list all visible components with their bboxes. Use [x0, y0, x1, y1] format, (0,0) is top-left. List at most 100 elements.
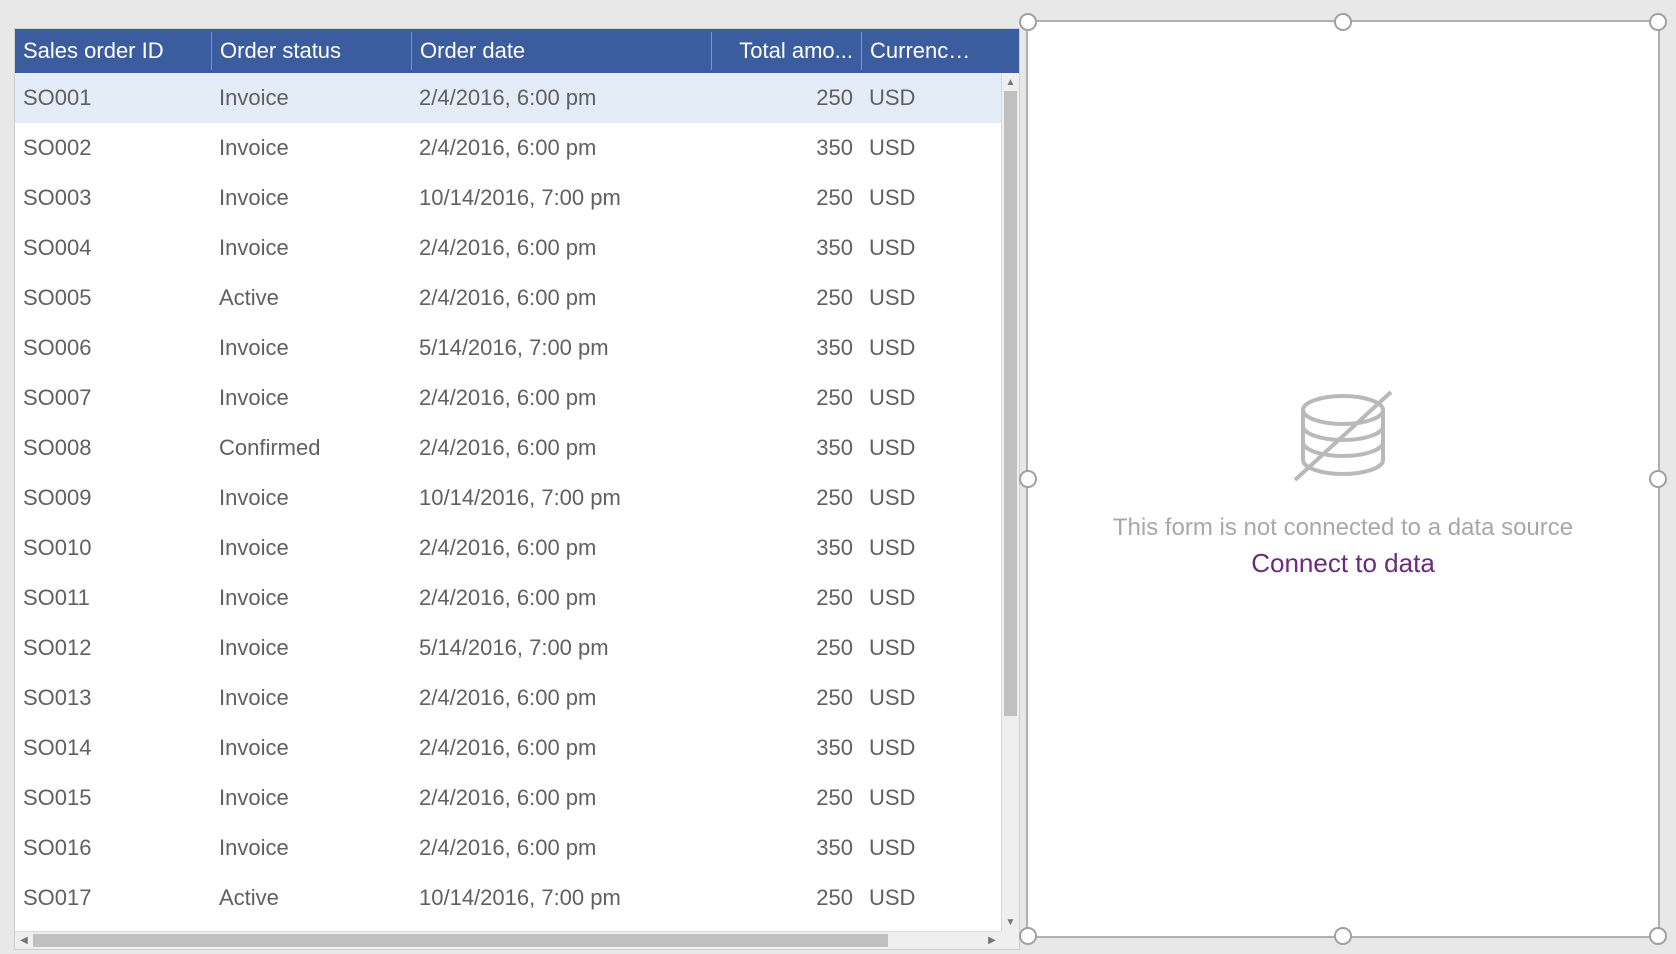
cell-order-date: 2/4/2016, 6:00 pm [411, 585, 711, 611]
cell-sales-order-id: SO016 [15, 835, 211, 861]
cell-currency: USD [861, 85, 981, 111]
cell-currency: USD [861, 735, 981, 761]
database-disconnected-icon [1283, 380, 1403, 500]
vertical-scroll-thumb[interactable] [1004, 91, 1017, 716]
horizontal-scrollbar[interactable]: ◀ ▶ [15, 931, 1001, 949]
scroll-corner [1001, 931, 1019, 949]
table-row[interactable]: SO008Confirmed2/4/2016, 6:00 pm350USD [15, 423, 1001, 473]
cell-total-amount: 350 [711, 835, 861, 861]
header-total-amount[interactable]: Total amo... [711, 32, 861, 70]
cell-order-status: Invoice [211, 385, 411, 411]
table-row[interactable]: SO012Invoice5/14/2016, 7:00 pm250USD [15, 623, 1001, 673]
resize-handle-bottom-right[interactable] [1649, 927, 1667, 945]
cell-sales-order-id: SO017 [15, 885, 211, 911]
table-rows-container: SO001Invoice2/4/2016, 6:00 pm250USDSO002… [15, 73, 1001, 931]
cell-sales-order-id: SO010 [15, 535, 211, 561]
header-sales-order-id[interactable]: Sales order ID [15, 32, 211, 70]
cell-total-amount: 250 [711, 485, 861, 511]
cell-order-status: Invoice [211, 735, 411, 761]
cell-order-date: 2/4/2016, 6:00 pm [411, 785, 711, 811]
cell-total-amount: 250 [711, 785, 861, 811]
cell-order-date: 2/4/2016, 6:00 pm [411, 435, 711, 461]
vertical-scrollbar[interactable]: ▲ ▼ [1001, 73, 1019, 931]
table-row[interactable]: SO016Invoice2/4/2016, 6:00 pm350USD [15, 823, 1001, 873]
cell-currency: USD [861, 235, 981, 261]
cell-total-amount: 350 [711, 235, 861, 261]
header-order-date[interactable]: Order date [411, 32, 711, 70]
scroll-left-arrow-icon[interactable]: ◀ [15, 932, 33, 949]
table-row[interactable]: SO005Active2/4/2016, 6:00 pm250USD [15, 273, 1001, 323]
cell-order-date: 2/4/2016, 6:00 pm [411, 235, 711, 261]
cell-sales-order-id: SO012 [15, 635, 211, 661]
table-header: Sales order ID Order status Order date T… [15, 29, 1019, 73]
table-row[interactable]: SO007Invoice2/4/2016, 6:00 pm250USD [15, 373, 1001, 423]
table-row[interactable]: SO002Invoice2/4/2016, 6:00 pm350USD [15, 123, 1001, 173]
cell-currency: USD [861, 385, 981, 411]
resize-handle-middle-left[interactable] [1019, 470, 1037, 488]
resize-handle-bottom-center[interactable] [1334, 927, 1352, 945]
cell-order-date: 10/14/2016, 7:00 pm [411, 185, 711, 211]
cell-order-status: Invoice [211, 835, 411, 861]
scroll-right-arrow-icon[interactable]: ▶ [983, 932, 1001, 949]
table-row[interactable]: SO017Active10/14/2016, 7:00 pm250USD [15, 873, 1001, 923]
resize-handle-top-left[interactable] [1019, 13, 1037, 31]
resize-handle-top-right[interactable] [1649, 13, 1667, 31]
cell-total-amount: 350 [711, 735, 861, 761]
header-order-status[interactable]: Order status [211, 32, 411, 70]
cell-order-status: Invoice [211, 635, 411, 661]
cell-order-date: 2/4/2016, 6:00 pm [411, 685, 711, 711]
cell-total-amount: 350 [711, 335, 861, 361]
cell-currency: USD [861, 135, 981, 161]
form-empty-state: This form is not connected to a data sou… [1028, 22, 1658, 936]
cell-sales-order-id: SO015 [15, 785, 211, 811]
cell-sales-order-id: SO007 [15, 385, 211, 411]
table-row[interactable]: SO001Invoice2/4/2016, 6:00 pm250USD [15, 73, 1001, 123]
cell-order-date: 2/4/2016, 6:00 pm [411, 285, 711, 311]
cell-total-amount: 250 [711, 685, 861, 711]
cell-sales-order-id: SO013 [15, 685, 211, 711]
cell-sales-order-id: SO003 [15, 185, 211, 211]
table-row[interactable]: SO003Invoice10/14/2016, 7:00 pm250USD [15, 173, 1001, 223]
cell-total-amount: 250 [711, 885, 861, 911]
cell-order-status: Invoice [211, 535, 411, 561]
cell-order-date: 2/4/2016, 6:00 pm [411, 535, 711, 561]
cell-currency: USD [861, 635, 981, 661]
cell-currency: USD [861, 485, 981, 511]
cell-total-amount: 250 [711, 185, 861, 211]
cell-order-date: 5/14/2016, 7:00 pm [411, 635, 711, 661]
table-row[interactable]: SO013Invoice2/4/2016, 6:00 pm250USD [15, 673, 1001, 723]
cell-order-date: 2/4/2016, 6:00 pm [411, 85, 711, 111]
cell-order-status: Invoice [211, 685, 411, 711]
table-row[interactable]: SO010Invoice2/4/2016, 6:00 pm350USD [15, 523, 1001, 573]
table-row[interactable]: SO015Invoice2/4/2016, 6:00 pm250USD [15, 773, 1001, 823]
cell-sales-order-id: SO005 [15, 285, 211, 311]
cell-currency: USD [861, 185, 981, 211]
cell-currency: USD [861, 285, 981, 311]
resize-handle-middle-right[interactable] [1649, 470, 1667, 488]
horizontal-scroll-track[interactable] [33, 932, 983, 949]
cell-sales-order-id: SO009 [15, 485, 211, 511]
scroll-up-arrow-icon[interactable]: ▲ [1002, 73, 1019, 91]
table-row[interactable]: SO011Invoice2/4/2016, 6:00 pm250USD [15, 573, 1001, 623]
cell-order-date: 2/4/2016, 6:00 pm [411, 135, 711, 161]
resize-handle-top-center[interactable] [1334, 13, 1352, 31]
cell-sales-order-id: SO002 [15, 135, 211, 161]
vertical-scroll-track[interactable] [1002, 91, 1019, 913]
connect-to-data-link[interactable]: Connect to data [1251, 548, 1435, 579]
edit-form-control[interactable]: This form is not connected to a data sou… [1026, 20, 1660, 938]
scroll-down-arrow-icon[interactable]: ▼ [1002, 913, 1019, 931]
table-row[interactable]: SO014Invoice2/4/2016, 6:00 pm350USD [15, 723, 1001, 773]
table-row[interactable]: SO004Invoice2/4/2016, 6:00 pm350USD [15, 223, 1001, 273]
sales-order-gallery[interactable]: Sales order ID Order status Order date T… [14, 28, 1020, 950]
resize-handle-bottom-left[interactable] [1019, 927, 1037, 945]
cell-total-amount: 350 [711, 435, 861, 461]
cell-order-date: 2/4/2016, 6:00 pm [411, 835, 711, 861]
cell-total-amount: 350 [711, 535, 861, 561]
table-row[interactable]: SO006Invoice5/14/2016, 7:00 pm350USD [15, 323, 1001, 373]
cell-order-status: Active [211, 885, 411, 911]
table-row[interactable]: SO009Invoice10/14/2016, 7:00 pm250USD [15, 473, 1001, 523]
cell-currency: USD [861, 435, 981, 461]
horizontal-scroll-thumb[interactable] [33, 934, 888, 947]
header-currency[interactable]: Currency of T [861, 32, 981, 70]
cell-currency: USD [861, 785, 981, 811]
